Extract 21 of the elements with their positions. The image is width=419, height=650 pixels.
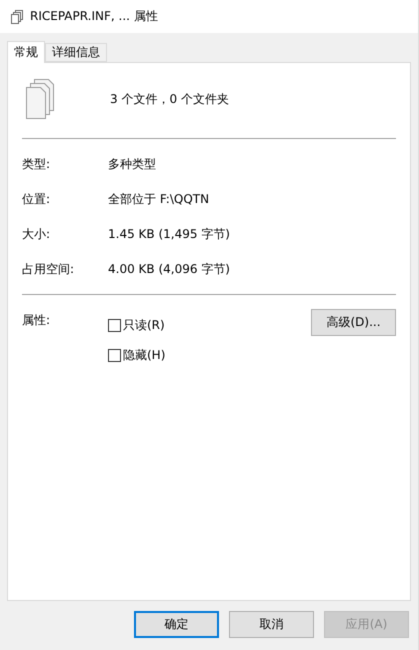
files-icon: [10, 10, 24, 24]
dialog-button[interactable]: 确定: [134, 611, 219, 638]
dialog-button[interactable]: 取消: [229, 611, 314, 638]
property-value: 4.00 KB (4,096 字节): [108, 261, 231, 278]
checkbox-label: 只读(R): [123, 317, 165, 334]
tab[interactable]: 常规: [7, 41, 45, 63]
file-count: 3 个文件，0 个文件夹: [110, 90, 229, 108]
property-label: 位置:: [22, 191, 52, 208]
property-value: 1.45 KB (1,495 字节): [108, 226, 231, 243]
property-value: 多种类型: [108, 156, 157, 173]
window-title: RICEPAPR.INF, ... 属性: [30, 8, 158, 25]
attributes-label: 属性:: [22, 312, 52, 329]
property-value: 全部位于 F:\QQTN: [108, 191, 210, 208]
property-label: 类型:: [22, 156, 52, 173]
property-label: 占用空间:: [22, 261, 76, 278]
property-label: 大小:: [22, 226, 52, 243]
tab[interactable]: 详细信息: [45, 43, 107, 62]
checkbox[interactable]: [108, 319, 121, 332]
checkbox-label: 隐藏(H): [123, 347, 166, 364]
advanced-button[interactable]: 高级(D)...: [311, 309, 396, 336]
checkbox[interactable]: [108, 349, 121, 362]
